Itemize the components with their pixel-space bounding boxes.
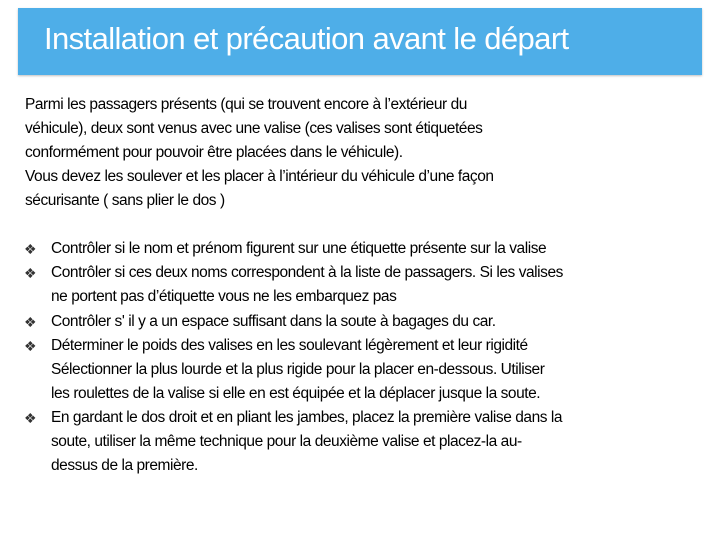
intro-line: Vous devez les soulever et les placer à … — [25, 168, 494, 185]
bullet-line: Sélectionner la plus lourde et la plus r… — [51, 361, 545, 378]
bullet-line: Contrôler s' il y a un espace suffisant … — [51, 313, 496, 330]
bullet-line: ne portent pas d’étiquette vous ne les e… — [51, 288, 397, 305]
diamond-bullet-icon: ❖ — [24, 338, 37, 354]
intro-line: conformément pour pouvoir être placées d… — [25, 144, 403, 161]
bullet-line: soute, utiliser la même technique pour l… — [51, 433, 522, 450]
slide-title: Installation et précaution avant le dépa… — [44, 21, 569, 56]
diamond-bullet-icon: ❖ — [24, 241, 37, 257]
intro-line: véhicule), deux sont venus avec une vali… — [25, 120, 483, 137]
diamond-bullet-icon: ❖ — [24, 265, 37, 281]
intro-line: Parmi les passagers présents (qui se tro… — [25, 96, 467, 113]
title-bar: Installation et précaution avant le dépa… — [18, 8, 702, 75]
bullet-line: Contrôler si le nom et prénom figurent s… — [51, 240, 547, 257]
bullet-line: Contrôler si ces deux noms correspondent… — [51, 264, 563, 281]
intro-line: sécurisante ( sans plier le dos ) — [25, 192, 225, 209]
bullet-line: Déterminer le poids des valises en les s… — [51, 337, 528, 354]
bullet-line: les roulettes de la valise si elle en es… — [51, 385, 541, 402]
diamond-bullet-icon: ❖ — [24, 410, 37, 426]
diamond-bullet-icon: ❖ — [24, 314, 37, 330]
bullet-line: En gardant le dos droit et en pliant les… — [51, 409, 563, 426]
bullet-line: dessus de la première. — [51, 457, 198, 474]
